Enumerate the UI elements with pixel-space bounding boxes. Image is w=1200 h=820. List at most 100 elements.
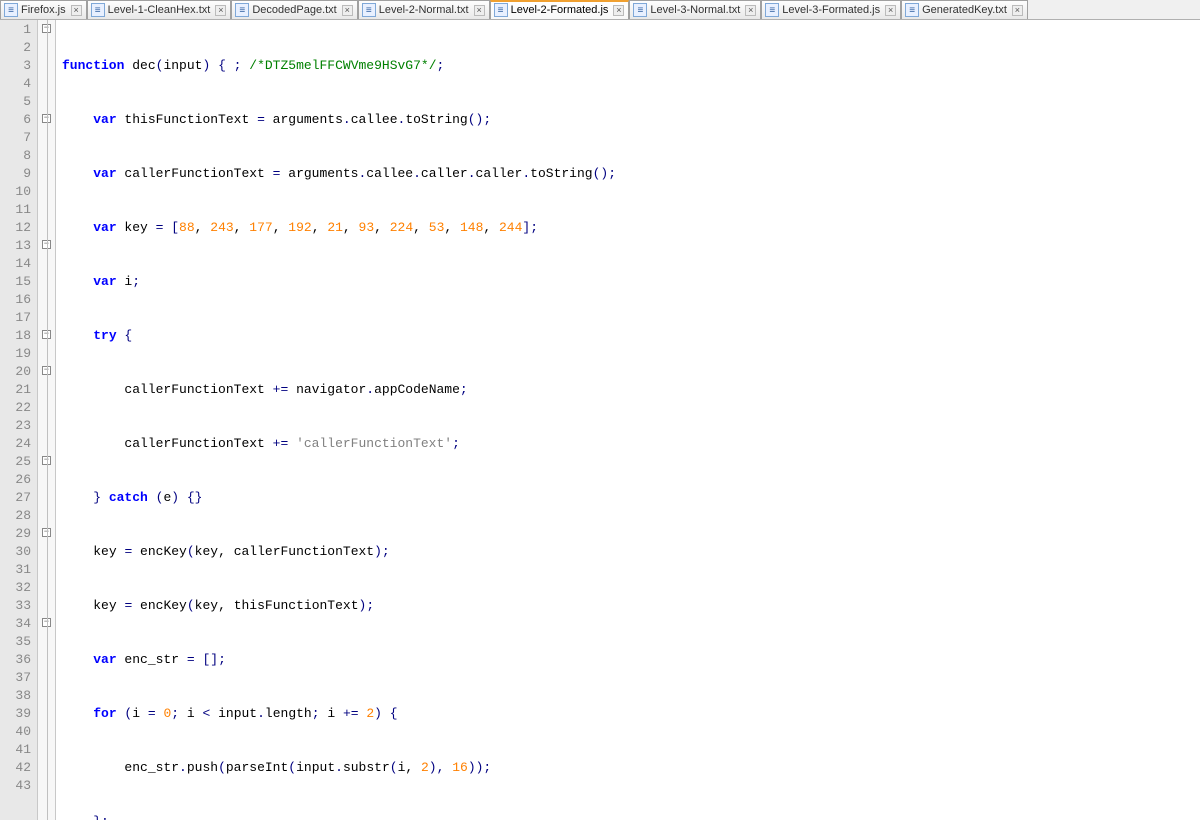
close-icon[interactable]: × bbox=[71, 5, 82, 16]
fold-marker bbox=[38, 416, 55, 434]
editor-tab[interactable]: ≡Level-2-Formated.js × bbox=[490, 0, 630, 19]
code-line: callerFunctionText += 'callerFunctionTex… bbox=[62, 435, 1200, 453]
line-number: 23 bbox=[3, 417, 31, 435]
code-area[interactable]: function dec(input) { ; /*DTZ5melFFCWVme… bbox=[56, 20, 1200, 820]
line-number: 8 bbox=[3, 147, 31, 165]
line-number: 25 bbox=[3, 453, 31, 471]
fold-marker[interactable]: − bbox=[38, 452, 55, 470]
code-line: var thisFunctionText = arguments.callee.… bbox=[62, 111, 1200, 129]
close-icon[interactable]: × bbox=[1012, 5, 1023, 16]
line-number: 7 bbox=[3, 129, 31, 147]
editor-tab[interactable]: ≡Level-3-Formated.js × bbox=[761, 0, 901, 19]
fold-marker[interactable]: − bbox=[38, 614, 55, 632]
file-icon: ≡ bbox=[765, 3, 779, 17]
fold-marker bbox=[38, 686, 55, 704]
fold-marker bbox=[38, 776, 55, 794]
code-line: key = encKey(key, callerFunctionText); bbox=[62, 543, 1200, 561]
fold-marker bbox=[38, 380, 55, 398]
fold-marker bbox=[38, 308, 55, 326]
tab-label: Level-2-Formated.js bbox=[511, 4, 609, 16]
fold-marker bbox=[38, 560, 55, 578]
fold-marker bbox=[38, 758, 55, 776]
line-number: 42 bbox=[3, 759, 31, 777]
line-number: 17 bbox=[3, 309, 31, 327]
line-number: 31 bbox=[3, 561, 31, 579]
fold-marker bbox=[38, 92, 55, 110]
fold-marker bbox=[38, 434, 55, 452]
fold-marker[interactable]: − bbox=[38, 362, 55, 380]
close-icon[interactable]: × bbox=[745, 5, 756, 16]
line-number: 30 bbox=[3, 543, 31, 561]
close-icon[interactable]: × bbox=[342, 5, 353, 16]
line-number: 22 bbox=[3, 399, 31, 417]
file-icon: ≡ bbox=[494, 3, 508, 17]
fold-marker bbox=[38, 704, 55, 722]
line-number: 4 bbox=[3, 75, 31, 93]
fold-marker bbox=[38, 488, 55, 506]
fold-marker bbox=[38, 668, 55, 686]
editor: 1234567891011121314151617181920212223242… bbox=[0, 20, 1200, 820]
line-number: 32 bbox=[3, 579, 31, 597]
fold-marker bbox=[38, 200, 55, 218]
fold-marker bbox=[38, 632, 55, 650]
fold-marker[interactable]: − bbox=[38, 326, 55, 344]
editor-tab[interactable]: ≡DecodedPage.txt× bbox=[231, 0, 357, 19]
fold-marker bbox=[38, 740, 55, 758]
line-number: 38 bbox=[3, 687, 31, 705]
line-number-gutter: 1234567891011121314151617181920212223242… bbox=[0, 20, 38, 820]
fold-marker bbox=[38, 164, 55, 182]
line-number: 29 bbox=[3, 525, 31, 543]
editor-tab[interactable]: ≡Level-3-Normal.txt× bbox=[629, 0, 761, 19]
editor-tab[interactable]: ≡Firefox.js× bbox=[0, 0, 87, 19]
fold-marker bbox=[38, 218, 55, 236]
fold-marker bbox=[38, 596, 55, 614]
close-icon[interactable]: × bbox=[215, 5, 226, 16]
close-icon[interactable]: × bbox=[613, 5, 624, 16]
line-number: 14 bbox=[3, 255, 31, 273]
fold-marker[interactable]: − bbox=[38, 524, 55, 542]
line-number: 40 bbox=[3, 723, 31, 741]
tab-bar: ≡Firefox.js×≡Level-1-CleanHex.txt×≡Decod… bbox=[0, 0, 1200, 20]
fold-marker bbox=[38, 254, 55, 272]
tab-label: Level-3-Formated.js bbox=[782, 4, 880, 16]
fold-marker[interactable]: − bbox=[38, 20, 55, 38]
code-line: try { bbox=[62, 327, 1200, 345]
line-number: 15 bbox=[3, 273, 31, 291]
line-number: 19 bbox=[3, 345, 31, 363]
fold-marker bbox=[38, 398, 55, 416]
fold-marker[interactable]: − bbox=[38, 110, 55, 128]
line-number: 5 bbox=[3, 93, 31, 111]
code-line: for (i = 0; i < input.length; i += 2) { bbox=[62, 705, 1200, 723]
line-number: 6 bbox=[3, 111, 31, 129]
line-number: 1 bbox=[3, 21, 31, 39]
editor-tab[interactable]: ≡Level-1-CleanHex.txt× bbox=[87, 0, 232, 19]
fold-marker bbox=[38, 344, 55, 362]
code-line: function dec(input) { ; /*DTZ5melFFCWVme… bbox=[62, 57, 1200, 75]
file-icon: ≡ bbox=[905, 3, 919, 17]
line-number: 11 bbox=[3, 201, 31, 219]
line-number: 36 bbox=[3, 651, 31, 669]
code-line: } catch (e) {} bbox=[62, 489, 1200, 507]
line-number: 16 bbox=[3, 291, 31, 309]
line-number: 26 bbox=[3, 471, 31, 489]
code-line: var callerFunctionText = arguments.calle… bbox=[62, 165, 1200, 183]
line-number: 24 bbox=[3, 435, 31, 453]
code-line: }; bbox=[62, 813, 1200, 820]
fold-marker[interactable]: − bbox=[38, 236, 55, 254]
fold-marker bbox=[38, 794, 55, 812]
code-line: var i; bbox=[62, 273, 1200, 291]
line-number: 35 bbox=[3, 633, 31, 651]
file-icon: ≡ bbox=[362, 3, 376, 17]
fold-marker bbox=[38, 650, 55, 668]
line-number: 9 bbox=[3, 165, 31, 183]
fold-column: − − − − − − − − bbox=[38, 20, 56, 820]
close-icon[interactable]: × bbox=[885, 5, 896, 16]
code-line: enc_str.push(parseInt(input.substr(i, 2)… bbox=[62, 759, 1200, 777]
editor-tab[interactable]: ≡Level-2-Normal.txt× bbox=[358, 0, 490, 19]
close-icon[interactable]: × bbox=[474, 5, 485, 16]
fold-marker bbox=[38, 272, 55, 290]
editor-tab[interactable]: ≡GeneratedKey.txt× bbox=[901, 0, 1028, 19]
line-number: 21 bbox=[3, 381, 31, 399]
line-number: 33 bbox=[3, 597, 31, 615]
fold-marker bbox=[38, 146, 55, 164]
